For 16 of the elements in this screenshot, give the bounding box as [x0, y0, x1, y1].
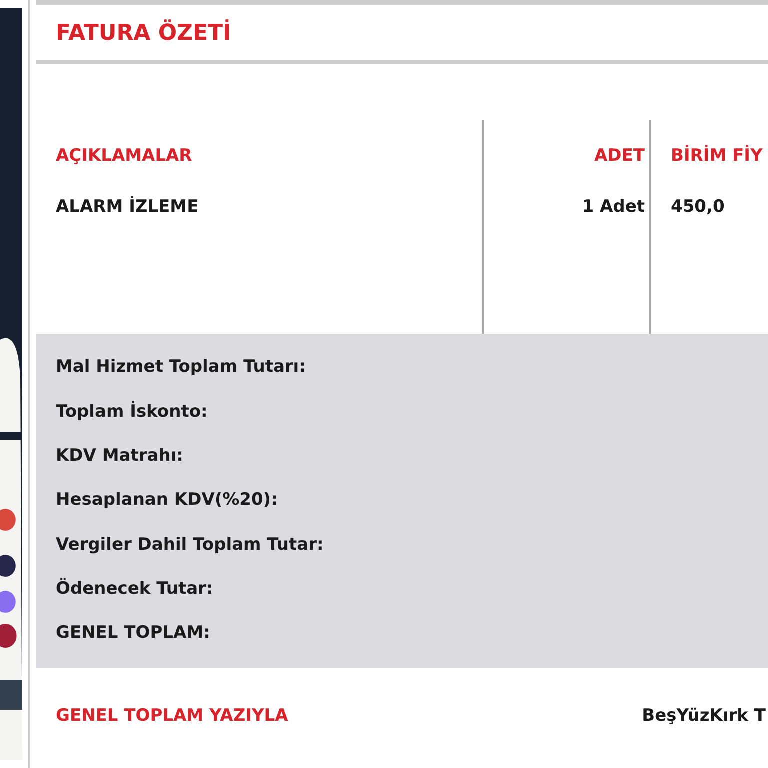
total-in-words-label: GENEL TOPLAM YAZIYLA	[56, 705, 288, 728]
column-header: ADET	[594, 146, 645, 166]
summary-label: Mal Hizmet Toplam Tutarı:	[56, 357, 306, 378]
summary-label: Vergiler Dahil Toplam Tutar:	[56, 534, 324, 555]
invoice-title: FATURA ÖZETİ	[36, 5, 768, 64]
column-header: AÇIKLAMALAR	[56, 146, 192, 166]
summary-label: GENEL TOPLAM:	[56, 623, 210, 644]
table-cell: 450,0	[671, 197, 725, 217]
column-header: BİRİM FİY	[671, 146, 763, 166]
summary-label: Toplam İskonto:	[56, 402, 208, 422]
summary-label: KDV Matrahı:	[56, 446, 184, 466]
total-in-words-value: BeşYüzKırk T	[642, 705, 766, 728]
table-cell: 1 Adet	[582, 197, 645, 217]
summary-label: Ödenecek Tutar:	[56, 578, 214, 599]
table-cell: ALARM İZLEME	[56, 197, 199, 217]
summary-label: Hesaplanan KDV(%20):	[56, 490, 278, 510]
